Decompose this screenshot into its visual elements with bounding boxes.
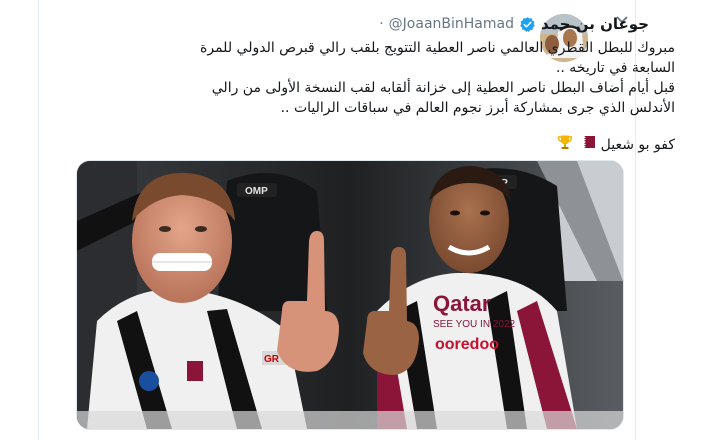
tweet-text: مبروك للبطل القطري العالمي ناصر العطية ا… xyxy=(175,38,675,156)
trophy-icon xyxy=(557,134,573,156)
tweet-line-1: مبروك للبطل القطري العالمي ناصر العطية ا… xyxy=(200,40,675,56)
suit-right-sponsor: ooredoo xyxy=(435,336,499,353)
suit-left-brand: GR xyxy=(264,354,280,365)
tweet-line-3: قبل أيام أضاف البطل ناصر العطية إلى خزان… xyxy=(211,80,675,96)
seat-left-logo: OMP xyxy=(245,186,268,197)
suit-right-sub: SEE YOU IN 2022 xyxy=(433,319,516,330)
qatar-flag-icon xyxy=(579,135,596,155)
rally-drivers-photo: OMP OMP GR Qatar SEE YOU IN 2022 ooredoo xyxy=(77,161,623,429)
tweet-photo[interactable]: OMP OMP GR Qatar SEE YOU IN 2022 ooredoo xyxy=(76,160,624,430)
tweet-line-2: السابعة في تاريخه .. xyxy=(555,60,675,76)
user-handle[interactable]: @JoaanBinHamad xyxy=(389,16,514,32)
tweet-line-5-text: كفو بو شعيل xyxy=(600,137,675,153)
tweet-line-5: كفو بو شعيل xyxy=(175,134,675,156)
verified-badge-icon xyxy=(519,16,536,33)
separator-dot: · xyxy=(379,16,384,32)
tweet-header: جوعان بن حمد @JoaanBinHamad · xyxy=(379,12,649,36)
tweet-line-4: الأندلس الذي جرى بمشاركة أبرز نجوم العال… xyxy=(280,100,675,116)
display-name[interactable]: جوعان بن حمد xyxy=(541,15,649,33)
suit-right-qatar: Qatar xyxy=(433,291,491,316)
